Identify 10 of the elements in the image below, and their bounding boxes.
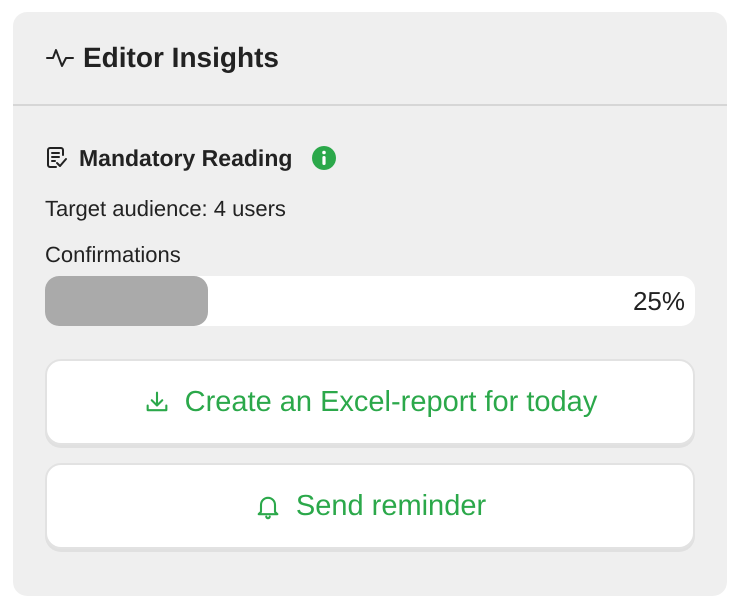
activity-icon: [45, 46, 75, 70]
report-button[interactable]: Create an Excel-report for today: [45, 359, 695, 445]
checklist-icon: [45, 146, 69, 170]
progress-label: Confirmations: [45, 242, 182, 268]
reminder-button[interactable]: Send reminder: [45, 463, 695, 549]
audience-text: Target audience: 4 users: [45, 196, 287, 222]
panel-title: Editor Insights: [83, 42, 279, 74]
progress-reading: 25%: [632, 286, 686, 316]
info-icon[interactable]: [312, 146, 336, 170]
section-title: Mandatory Reading: [79, 144, 292, 172]
